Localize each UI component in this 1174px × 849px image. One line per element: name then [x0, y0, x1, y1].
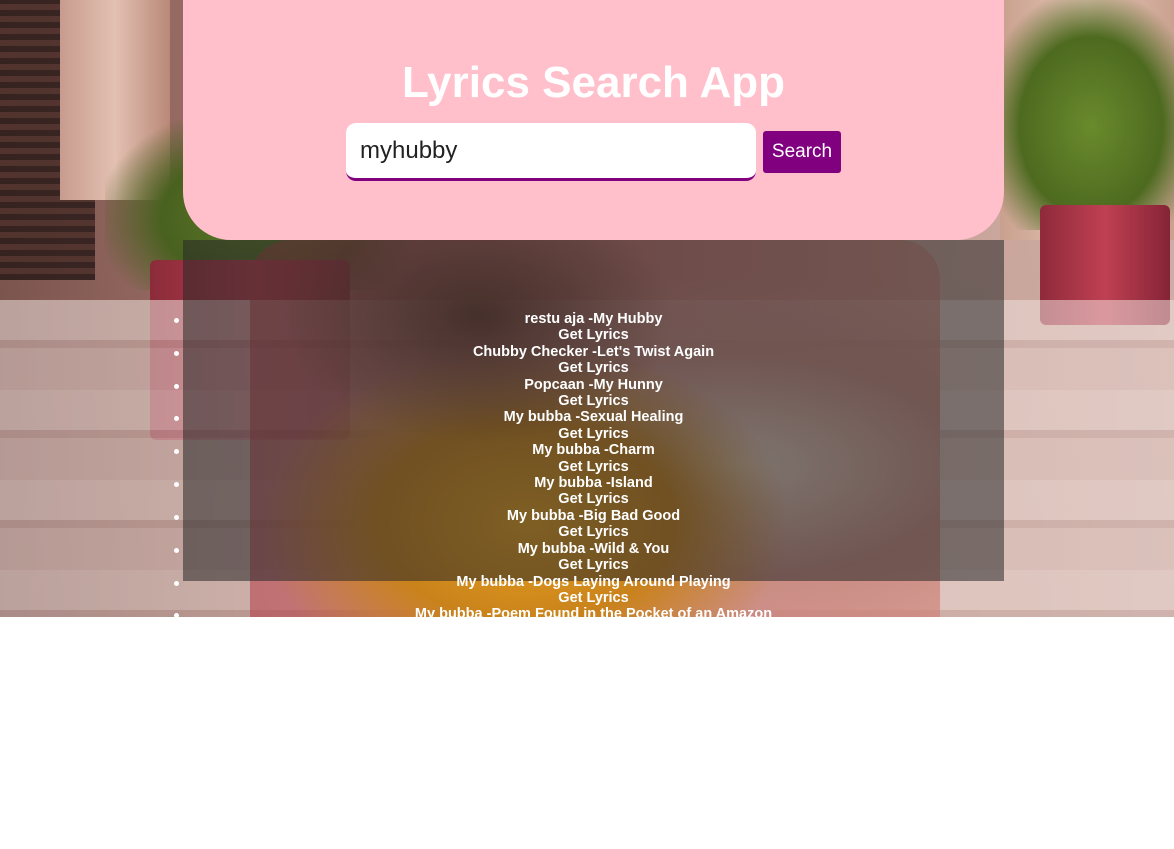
result-title: My bubba -Island: [534, 475, 653, 492]
result-title: My bubba -Wild & You: [517, 540, 670, 557]
list-item: My bubba -Poem Found in the Pocket of an…: [174, 606, 1004, 617]
get-lyrics-button[interactable]: Get Lyrics: [183, 360, 1004, 376]
get-lyrics-button[interactable]: Get Lyrics: [183, 491, 1004, 507]
result-title: My bubba -Sexual Healing: [503, 409, 684, 426]
result-title: My bubba -Charm: [532, 442, 655, 459]
get-lyrics-button[interactable]: Get Lyrics: [183, 459, 1004, 475]
result-title: My bubba -Poem Found in the Pocket of an…: [414, 606, 773, 617]
get-lyrics-button[interactable]: Get Lyrics: [183, 327, 1004, 343]
list-item: My bubba -Charm Get Lyrics: [174, 442, 1004, 475]
list-item: Popcaan -My Hunny Get Lyrics: [174, 376, 1004, 410]
list-item: My bubba -Big Bad Good Get Lyrics: [174, 507, 1004, 541]
get-lyrics-button[interactable]: Get Lyrics: [183, 426, 1004, 442]
result-title: My bubba -Big Bad Good: [506, 507, 681, 524]
list-item: restu aja -My Hubby Get Lyrics: [174, 311, 1004, 344]
page-title: Lyrics Search App: [401, 58, 786, 107]
get-lyrics-button[interactable]: Get Lyrics: [183, 393, 1004, 409]
list-item: My bubba -Dogs Laying Around Playing Get …: [174, 573, 1004, 607]
list-item: Chubby Checker -Let's Twist Again Get Lyr…: [174, 343, 1004, 377]
list-item: My bubba -Island Get Lyrics: [174, 475, 1004, 508]
list-item: My bubba -Wild & You Get Lyrics: [174, 540, 1004, 574]
header-card: Lyrics Search App Search: [183, 0, 1004, 240]
search-input[interactable]: [346, 123, 756, 181]
result-title: My bubba -Dogs Laying Around Playing: [456, 573, 731, 590]
get-lyrics-button[interactable]: Get Lyrics: [183, 590, 1004, 606]
search-button[interactable]: Search: [763, 131, 841, 173]
result-title: Chubby Checker -Let's Twist Again: [472, 343, 715, 360]
result-title: restu aja -My Hubby: [524, 311, 663, 327]
list-item: My bubba -Sexual Healing Get Lyrics: [174, 409, 1004, 442]
get-lyrics-button[interactable]: Get Lyrics: [183, 557, 1004, 573]
background-plant-right: [990, 0, 1174, 230]
get-lyrics-button[interactable]: Get Lyrics: [183, 524, 1004, 540]
result-title: Popcaan -My Hunny: [524, 376, 663, 393]
results-list: restu aja -My Hubby Get Lyrics Chubby Chec…: [174, 311, 1004, 617]
